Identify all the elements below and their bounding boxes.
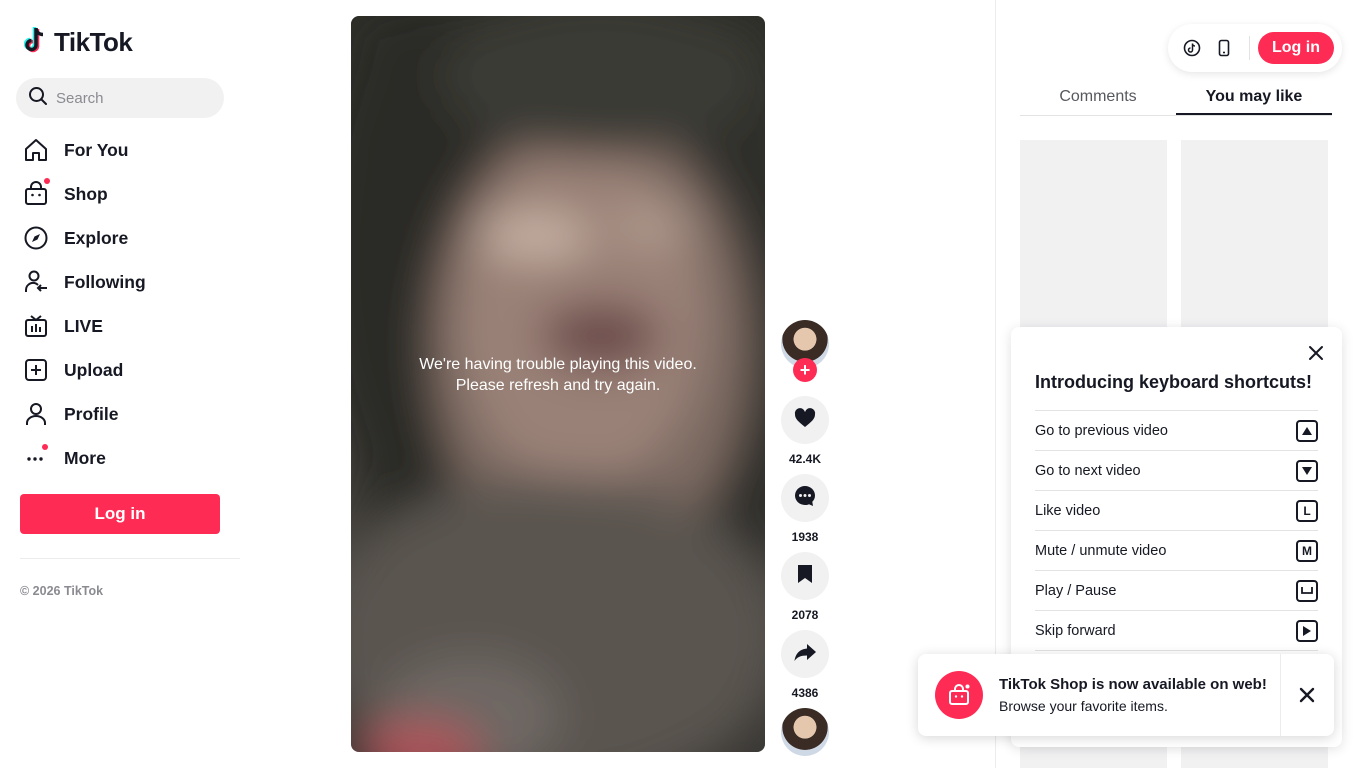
- video-player[interactable]: We're having trouble playing this video.…: [351, 16, 765, 752]
- home-icon: [20, 134, 52, 166]
- shop-toast[interactable]: TikTok Shop is now available on web! Bro…: [918, 654, 1334, 736]
- shortcut-row: Mute / unmute video M: [1035, 530, 1318, 570]
- nav-item-live[interactable]: LIVE: [20, 304, 230, 348]
- tab-you-may-like[interactable]: You may like: [1176, 80, 1332, 115]
- following-user-icon: [20, 266, 52, 298]
- tiktok-coin-icon[interactable]: [1180, 36, 1204, 60]
- sidebar: TikTok For You Shop Explore: [0, 0, 240, 768]
- shortcut-label: Mute / unmute video: [1035, 542, 1167, 559]
- profile-user-icon: [20, 398, 52, 430]
- nav-label: More: [64, 447, 106, 468]
- key-down-arrow-icon: [1296, 459, 1318, 482]
- nav-label: Shop: [64, 183, 108, 204]
- like-count: 42.4K: [788, 452, 822, 466]
- shop-bag-icon: [935, 671, 983, 719]
- heart-icon: [793, 406, 817, 435]
- toast-subtitle: Browse your favorite items.: [999, 698, 1168, 714]
- shortcut-row: Skip forward: [1035, 610, 1318, 650]
- mobile-phone-icon[interactable]: [1212, 36, 1236, 60]
- bookmark-icon: [794, 563, 816, 590]
- notification-dot: [44, 178, 50, 184]
- search-input[interactable]: [56, 89, 206, 107]
- live-tv-icon: [20, 310, 52, 342]
- follow-button[interactable]: +: [793, 358, 817, 382]
- search-bar[interactable]: [16, 78, 224, 118]
- shortcut-label: Play / Pause: [1035, 582, 1117, 599]
- nav-label: For You: [64, 139, 129, 160]
- top-divider: [1249, 36, 1250, 60]
- key-space-icon: [1296, 579, 1318, 602]
- more-dots-icon: [20, 442, 52, 474]
- shortcut-row: Go to next video: [1035, 450, 1318, 490]
- nav-label: Profile: [64, 403, 119, 424]
- upload-plus-icon: [20, 354, 52, 386]
- like-button[interactable]: [781, 396, 829, 444]
- video-thumbnail[interactable]: [1020, 140, 1167, 340]
- header-login-button[interactable]: Log in: [1258, 32, 1334, 64]
- sidebar-divider: [20, 558, 240, 559]
- video-actions: + 42.4K 1938 2078 4386: [781, 320, 829, 756]
- toast-divider: [1280, 654, 1281, 736]
- key-right-arrow-icon: [1296, 619, 1318, 642]
- shortcut-row: Like video L: [1035, 490, 1318, 530]
- shortcut-row: Play / Pause: [1035, 570, 1318, 610]
- share-arrow-icon: [793, 640, 817, 669]
- nav-item-profile[interactable]: Profile: [20, 392, 230, 436]
- nav-item-shop[interactable]: Shop: [20, 172, 230, 216]
- shortcut-label: Go to previous video: [1035, 422, 1168, 439]
- share-button[interactable]: [781, 630, 829, 678]
- main-nav: For You Shop Explore Following LIVE Uplo…: [20, 128, 230, 480]
- comment-bubble-icon: [793, 484, 817, 513]
- logo-text: TikTok: [54, 27, 133, 57]
- nav-label: Explore: [64, 227, 129, 248]
- comment-button[interactable]: [781, 474, 829, 522]
- close-icon[interactable]: [1308, 345, 1324, 361]
- tab-comments[interactable]: Comments: [1020, 80, 1176, 115]
- music-disc-avatar[interactable]: [781, 708, 829, 756]
- shortcut-row: Go to previous video: [1035, 410, 1318, 450]
- video-error-message: We're having trouble playing this video.…: [351, 354, 765, 396]
- copyright-text: © 2026 TikTok: [20, 584, 104, 598]
- nav-label: LIVE: [64, 315, 103, 336]
- nav-item-upload[interactable]: Upload: [20, 348, 230, 392]
- tiktok-note-icon: [23, 26, 50, 59]
- share-count: 4386: [791, 686, 819, 700]
- nav-item-for-you[interactable]: For You: [20, 128, 230, 172]
- shortcut-label: Skip forward: [1035, 622, 1116, 639]
- comment-count: 1938: [791, 530, 819, 544]
- right-tabs: Comments You may like: [1020, 80, 1332, 116]
- shop-bag-icon: [20, 178, 52, 210]
- key-up-arrow-icon: [1296, 419, 1318, 442]
- nav-item-following[interactable]: Following: [20, 260, 230, 304]
- key-l: L: [1296, 499, 1318, 522]
- close-icon[interactable]: [1298, 686, 1316, 704]
- shortcut-label: Like video: [1035, 502, 1101, 519]
- toast-title: TikTok Shop is now available on web!: [999, 676, 1267, 693]
- tiktok-logo[interactable]: TikTok: [23, 26, 133, 59]
- top-actions-bar: Log in: [1168, 24, 1342, 72]
- bookmark-button[interactable]: [781, 552, 829, 600]
- notification-dot: [42, 444, 48, 450]
- key-m: M: [1296, 539, 1318, 562]
- nav-label: Upload: [64, 359, 124, 380]
- bookmark-count: 2078: [791, 608, 819, 622]
- video-error-line2: Please refresh and try again.: [455, 377, 661, 394]
- nav-item-explore[interactable]: Explore: [20, 216, 230, 260]
- nav-item-more[interactable]: More: [20, 436, 230, 480]
- shortcuts-title: Introducing keyboard shortcuts!: [1035, 372, 1313, 392]
- shortcuts-list: Go to previous video Go to next video Li…: [1035, 410, 1318, 690]
- video-error-line1: We're having trouble playing this video.: [419, 356, 697, 373]
- shortcut-label: Go to next video: [1035, 462, 1141, 479]
- nav-label: Following: [64, 271, 146, 292]
- compass-icon: [20, 222, 52, 254]
- sidebar-login-button[interactable]: Log in: [20, 494, 220, 534]
- video-thumbnail[interactable]: [1181, 140, 1328, 340]
- search-icon: [28, 86, 48, 111]
